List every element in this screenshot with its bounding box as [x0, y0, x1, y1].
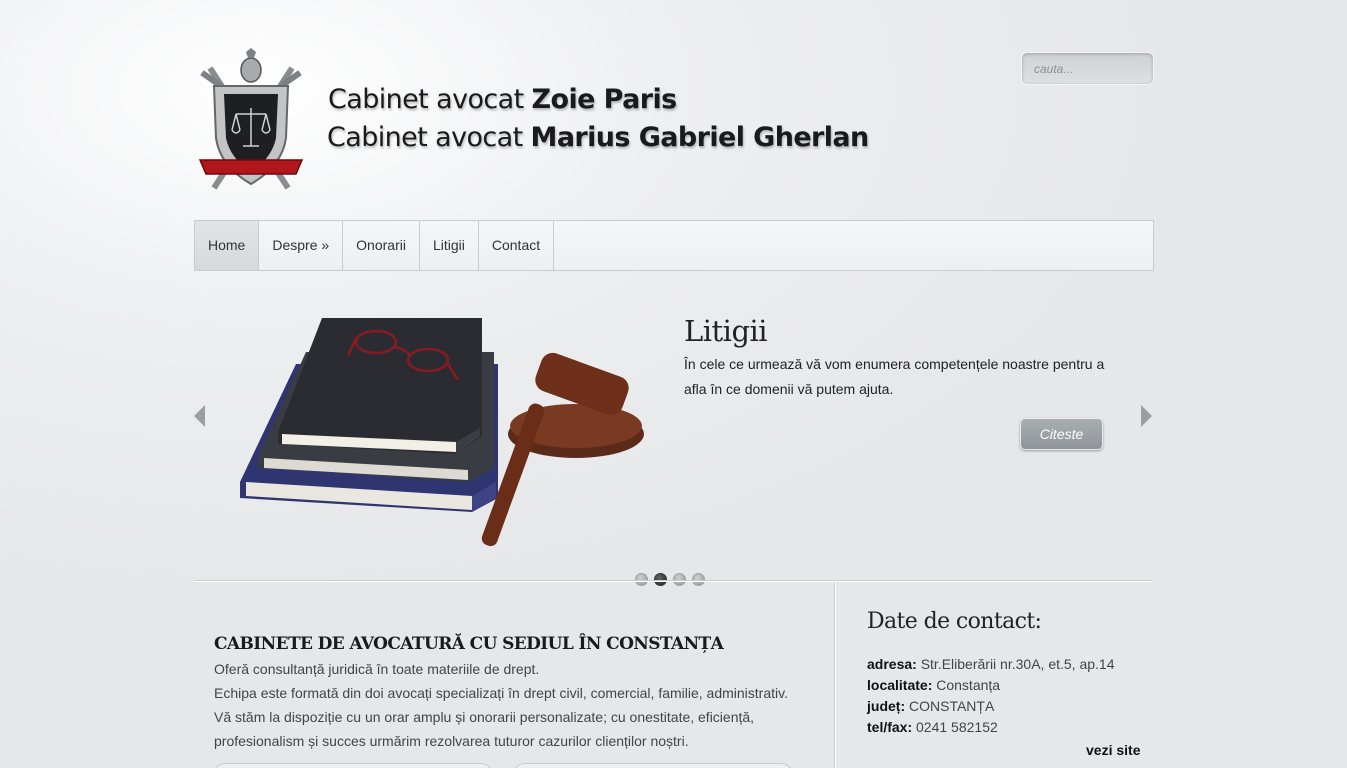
site-title-line-2: Cabinet avocat Marius Gabriel Gherlan [327, 122, 869, 153]
address-label: adresa: [867, 656, 917, 672]
lawyer-name-2: Marius Gabriel Gherlan [530, 122, 870, 153]
nav-item-despre[interactable]: Despre » [259, 221, 344, 270]
search-input[interactable] [1021, 52, 1154, 85]
nav-item-onorarii[interactable]: Onorarii [343, 221, 420, 270]
horizontal-divider [195, 580, 1152, 581]
vertical-divider [834, 582, 835, 768]
feature-box-1[interactable] [213, 763, 493, 768]
nav-item-litigii[interactable]: Litigii [420, 221, 479, 270]
contact-address: adresa: Str.Eliberării nr.30A, et.5, ap.… [867, 656, 1114, 672]
contact-phone: tel/fax: 0241 582152 [867, 719, 998, 735]
contact-city: localitate: Constanța [867, 677, 1000, 693]
knight-shield-logo[interactable] [196, 48, 306, 196]
slide-description: În cele ce urmează vă vom enumera compet… [684, 356, 1105, 397]
lawyer-name-1: Zoie Paris [531, 84, 678, 115]
slider-prev-arrow-icon[interactable] [194, 405, 205, 427]
see-site-link[interactable]: vezi site [1086, 742, 1140, 758]
slider-next-arrow-icon[interactable] [1141, 405, 1152, 427]
address-value: Str.Eliberării nr.30A, et.5, ap.14 [920, 656, 1115, 672]
main-navigation: Home Despre » Onorarii Litigii Contact [194, 220, 1154, 271]
nav-item-contact[interactable]: Contact [479, 221, 555, 270]
title-prefix: Cabinet avocat [328, 84, 524, 115]
contact-county: județ: CONSTANȚA [867, 698, 994, 714]
slide-image-books-gavel [236, 312, 646, 547]
county-value: CONSTANȚA [909, 698, 995, 714]
nav-item-home[interactable]: Home [195, 221, 260, 270]
slide-title: Litigii [684, 314, 768, 348]
intro-line-3: Vă stăm la dispoziție cu un orar amplu ș… [214, 709, 755, 725]
intro-line-1: Oferă consultanță juridică în toate mate… [214, 661, 540, 677]
site-title-line-1: Cabinet avocat Zoie Paris [328, 84, 677, 115]
contact-heading: Date de contact: [867, 609, 1042, 634]
title-prefix: Cabinet avocat [327, 122, 523, 153]
intro-line-2: Echipa este formată din doi avocați spec… [214, 685, 788, 701]
city-value: Constanța [936, 677, 1001, 693]
phone-value: 0241 582152 [916, 719, 998, 735]
city-label: localitate: [867, 677, 933, 693]
main-heading: CABINETE DE AVOCATURĂ CU SEDIUL ÎN CONST… [214, 634, 724, 654]
phone-label: tel/fax: [867, 719, 913, 735]
intro-line-4: profesionalism și succes urmărim rezolva… [214, 733, 689, 749]
feature-box-2[interactable] [513, 763, 793, 768]
read-more-button[interactable]: Citeste [1020, 418, 1103, 450]
county-label: județ: [867, 698, 906, 714]
